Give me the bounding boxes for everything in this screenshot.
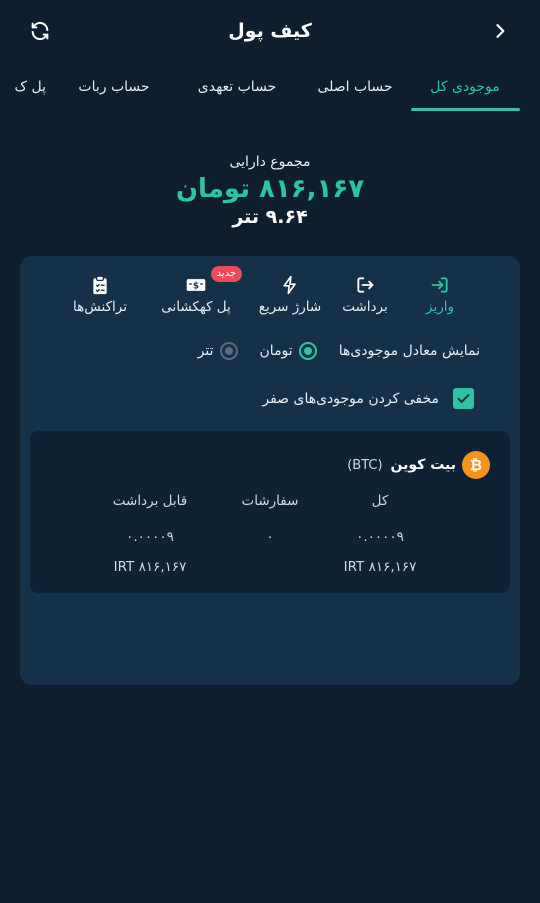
account-tabs: موجودی کل حساب اصلی حساب تعهدی حساب ربات… (0, 62, 540, 112)
total-assets-summary: مجموع دارایی ۸۱۶,۱۶۷ تومان ۹.۶۴ تتر (0, 150, 540, 228)
hide-zero-label: مخفی کردن موجودی‌های صفر (262, 390, 439, 407)
tab-bridge-account[interactable]: پل ک (0, 62, 46, 112)
bitcoin-icon: ₿ (462, 451, 490, 479)
asset-symbol: (BTC) (347, 457, 383, 473)
asset-card-btc[interactable]: ₿ بیت کوین (BTC) کل ۰.۰۰۰۰۹ ۸۱۶,۱۶۷ IRT … (30, 431, 510, 593)
transactions-label: تراکنش‌ها (73, 299, 127, 315)
column-withdrawable: قابل برداشت ۰.۰۰۰۰۹ ۸۱۶,۱۶۷ IRT (80, 493, 220, 581)
asset-header: ₿ بیت کوین (BTC) (347, 451, 490, 479)
new-badge: جدید (210, 266, 242, 282)
hide-zero-balances[interactable]: مخفی کردن موجودی‌های صفر (262, 388, 474, 409)
radio-tether-label: تتر (197, 343, 214, 359)
app-header: کیف پول (0, 0, 540, 62)
chevron-right-icon (496, 24, 505, 38)
deposit-label: واریز (426, 299, 454, 315)
galaxy-bridge-label: پل کهکشانی (161, 299, 231, 315)
cash-icon: $ (185, 274, 207, 296)
radio-toman[interactable]: تومان (260, 342, 317, 360)
tab-margin-account[interactable]: حساب تعهدی (182, 62, 292, 112)
column-orders-label: سفارشات (241, 493, 299, 509)
page-title: کیف پول (228, 20, 312, 42)
hide-zero-checkbox[interactable] (453, 388, 474, 409)
svg-text:$: $ (193, 280, 199, 290)
radio-tether-control[interactable] (219, 342, 238, 360)
total-assets-label: مجموع دارایی (229, 154, 311, 170)
asset-name: بیت کوین (390, 457, 456, 473)
clipboard-icon (89, 274, 111, 296)
refresh-icon (31, 21, 49, 41)
back-button[interactable] (485, 16, 515, 46)
column-orders: سفارشات ۰ (200, 493, 340, 551)
orders-amount: ۰ (266, 529, 274, 545)
withdraw-icon (354, 274, 376, 296)
equivalent-display-label: نمایش معادل موجودی‌ها (338, 343, 480, 359)
total-irt: ۸۱۶,۱۶۷ IRT (343, 559, 417, 575)
tab-main-account[interactable]: حساب اصلی (303, 62, 407, 112)
radio-tether[interactable]: تتر (198, 342, 238, 360)
tab-total-balance[interactable]: موجودی کل (410, 62, 520, 112)
check-icon (457, 394, 470, 403)
wallet-panel: واریز برداشت شارژ سریع جدید $ پل کهکشانی… (20, 256, 520, 685)
total-assets-toman: ۸۱۶,۱۶۷ تومان (175, 174, 365, 204)
withdraw-label: برداشت (342, 299, 388, 315)
lightning-icon (279, 274, 301, 296)
active-tab-indicator (411, 108, 520, 111)
withdrawable-amount: ۰.۰۰۰۰۹ (126, 529, 174, 545)
radio-toman-control[interactable] (298, 342, 317, 360)
radio-toman-label: تومان (259, 343, 293, 359)
deposit-icon (429, 274, 451, 296)
tab-bot-account[interactable]: حساب ربات (58, 62, 170, 112)
galaxy-bridge-button[interactable]: جدید $ پل کهکشانی (148, 266, 244, 324)
refresh-button[interactable] (25, 16, 55, 46)
total-assets-tether: ۹.۶۴ تتر (232, 206, 308, 228)
column-withdrawable-label: قابل برداشت (112, 493, 188, 509)
wallet-actions: واریز برداشت شارژ سریع جدید $ پل کهکشانی… (20, 266, 520, 324)
quick-charge-button[interactable]: شارژ سریع (245, 274, 335, 324)
quick-charge-label: شارژ سریع (258, 299, 322, 315)
transactions-button[interactable]: تراکنش‌ها (55, 274, 145, 324)
equivalent-display-options: نمایش معادل موجودی‌ها تومان تتر (198, 342, 480, 360)
withdrawable-irt: ۸۱۶,۱۶۷ IRT (113, 559, 187, 575)
